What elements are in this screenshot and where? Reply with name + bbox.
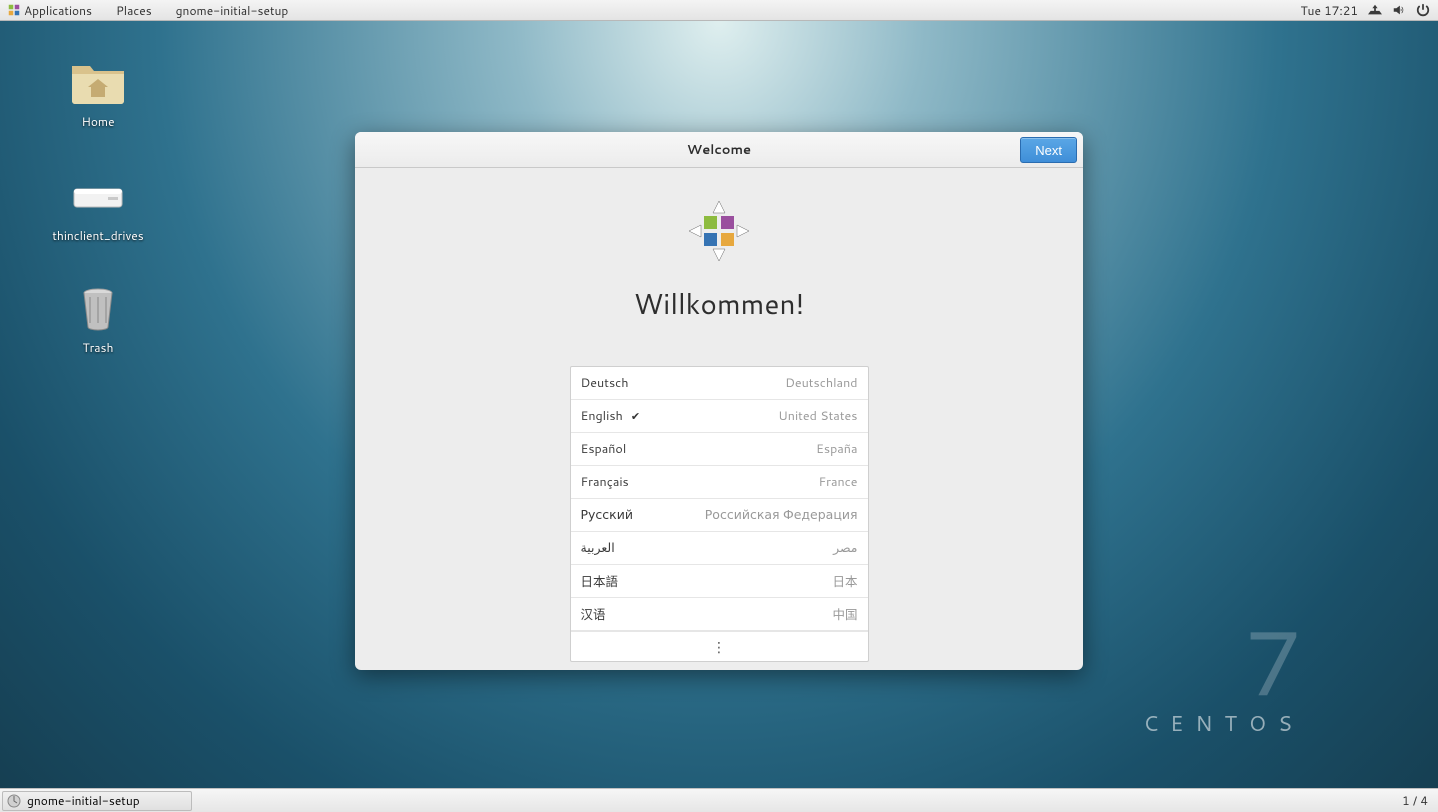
language-more-button[interactable]: ⋮ (571, 631, 868, 661)
power-icon[interactable] (1416, 3, 1430, 17)
window-body: Willkommen! Deutsch Deutschland English … (355, 168, 1083, 670)
language-region: Российская Федерация (705, 506, 858, 524)
desktop-icon-home[interactable]: Home (50, 57, 146, 130)
centos-brand: 7 CENTOS (1143, 621, 1304, 738)
top-panel: Applications Places gnome-initial-setup … (0, 0, 1438, 21)
brand-name: CENTOS (1143, 708, 1304, 738)
language-region: 中国 (832, 604, 857, 624)
language-name: Español (581, 440, 627, 458)
language-row-russian[interactable]: Русский Российская Федерация (571, 499, 868, 532)
language-list: Deutsch Deutschland English ✔ United Sta… (570, 366, 869, 662)
language-name: 汉语 (581, 604, 606, 624)
desktop-icon-trash[interactable]: Trash (50, 283, 146, 356)
window-title: Welcome (687, 141, 751, 159)
volume-icon[interactable] (1392, 3, 1406, 17)
language-row-english[interactable]: English ✔ United States (571, 400, 868, 433)
active-app-menu[interactable]: gnome-initial-setup (172, 2, 293, 19)
centos-logo-icon (686, 198, 752, 264)
trash-icon (68, 283, 128, 333)
brand-seven: 7 (1143, 621, 1304, 702)
workspace-indicator[interactable]: 1 / 4 (1392, 792, 1438, 809)
window-header: Welcome Next (355, 132, 1083, 168)
language-region: مصر (833, 539, 857, 557)
language-name: Русский (581, 506, 633, 524)
folder-home-icon (68, 57, 128, 107)
language-row-japanese[interactable]: 日本語 日本 (571, 565, 868, 598)
language-name: 日本語 (581, 571, 619, 591)
desktop-icon-label: Trash (50, 339, 146, 356)
language-row-espanol[interactable]: Español España (571, 433, 868, 466)
applications-menu[interactable]: Applications (4, 2, 96, 19)
task-app-icon (7, 794, 21, 808)
places-menu[interactable]: Places (112, 2, 156, 19)
clock-label[interactable]: Tue 17:21 (1300, 2, 1358, 19)
language-name: Français (581, 473, 629, 491)
desktop-icon-drives[interactable]: thinclient_drives (50, 171, 146, 244)
language-region: España (816, 440, 857, 458)
language-region: 日本 (832, 571, 857, 591)
more-icon: ⋮ (712, 637, 726, 657)
check-icon: ✔ (631, 408, 640, 424)
applications-menu-label: Applications (24, 2, 92, 19)
desktop-icon-label: Home (50, 113, 146, 130)
language-row-arabic[interactable]: العربية مصر (571, 532, 868, 565)
drive-icon (68, 171, 128, 221)
language-row-deutsch[interactable]: Deutsch Deutschland (571, 367, 868, 400)
next-button[interactable]: Next (1020, 137, 1077, 163)
language-region: Deutschland (785, 374, 857, 392)
language-region: France (818, 473, 857, 491)
language-row-francais[interactable]: Français France (571, 466, 868, 499)
language-region: United States (778, 407, 857, 425)
desktop: 7 CENTOS Home thinclient_drives Trash We… (0, 21, 1438, 788)
desktop-icon-label: thinclient_drives (50, 227, 146, 244)
language-name: Deutsch (581, 374, 629, 392)
taskbar-task-label: gnome-initial-setup (27, 792, 140, 809)
welcome-heading: Willkommen! (634, 284, 805, 324)
language-name: English (581, 407, 623, 425)
taskbar-task-gnome-initial-setup[interactable]: gnome-initial-setup (2, 791, 192, 811)
taskbar: gnome-initial-setup 1 / 4 (0, 788, 1438, 812)
network-icon[interactable] (1368, 3, 1382, 17)
centos-menu-icon (8, 4, 20, 16)
language-name: العربية (581, 539, 615, 557)
welcome-window: Welcome Next Willkommen! (355, 132, 1083, 670)
language-row-chinese[interactable]: 汉语 中国 (571, 598, 868, 631)
